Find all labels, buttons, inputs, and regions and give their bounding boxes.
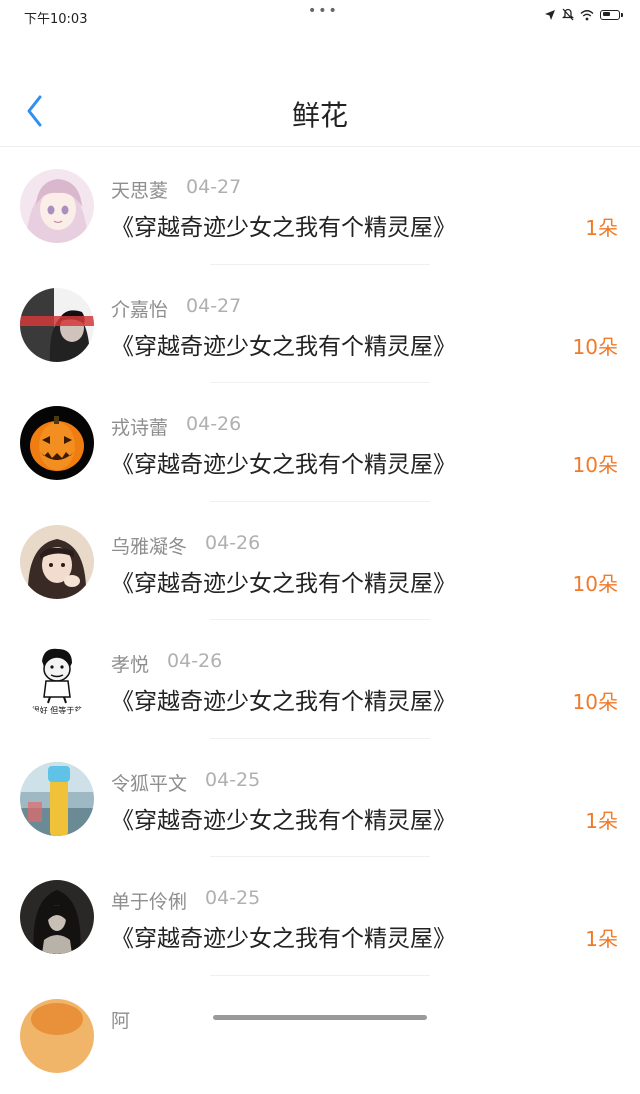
flower-count: 1朵 xyxy=(585,212,618,241)
nav-bar: 鲜花 xyxy=(0,31,640,147)
page-title: 鲜花 xyxy=(0,94,640,134)
gift-date: 04-25 xyxy=(205,769,260,796)
avatar[interactable] xyxy=(20,406,94,480)
list-item[interactable]: 乌雅凝冬 04-26 《穿越奇迹少女之我有个精灵屋》 10朵 xyxy=(0,502,640,621)
flower-count: 10朵 xyxy=(573,568,618,597)
boy-avatar xyxy=(20,288,94,362)
avatar[interactable] xyxy=(20,999,94,1073)
status-icons xyxy=(544,8,620,21)
book-title: 《穿越奇迹少女之我有个精灵屋》 xyxy=(111,327,456,361)
avatar[interactable] xyxy=(20,880,94,954)
battery-icon xyxy=(600,10,620,20)
list-item[interactable]: 戎诗蕾 04-26 《穿越奇迹少女之我有个精灵屋》 10朵 xyxy=(0,383,640,502)
home-indicator[interactable] xyxy=(213,1015,427,1020)
list-item[interactable]: 很好 但等于贫 孝悦 04-26 《穿越奇迹少女之我有个精灵屋》 10朵 xyxy=(0,620,640,739)
user-name: 介嘉怡 xyxy=(111,295,168,322)
gift-date: 04-26 xyxy=(186,413,241,440)
book-title: 《穿越奇迹少女之我有个精灵屋》 xyxy=(111,919,456,953)
list-item[interactable]: 单于伶俐 04-25 《穿越奇迹少女之我有个精灵屋》 1朵 xyxy=(0,857,640,976)
book-title: 《穿越奇迹少女之我有个精灵屋》 xyxy=(111,445,456,479)
gift-date: 04-27 xyxy=(186,176,241,203)
flower-count: 10朵 xyxy=(573,686,618,715)
item-meta: 乌雅凝冬 04-26 xyxy=(111,532,260,559)
user-name: 令狐平文 xyxy=(111,769,187,796)
item-meta: 孝悦 04-26 xyxy=(111,650,222,677)
list-item[interactable]: 阿 xyxy=(0,976,640,1094)
gift-date: 04-25 xyxy=(205,887,260,914)
list-item[interactable]: 介嘉怡 04-27 《穿越奇迹少女之我有个精灵屋》 10朵 xyxy=(0,265,640,384)
item-meta: 天思菱 04-27 xyxy=(111,176,241,203)
list-item[interactable]: 令狐平文 04-25 《穿越奇迹少女之我有个精灵屋》 1朵 xyxy=(0,739,640,858)
status-time: 下午10:03 xyxy=(24,8,87,27)
book-title: 《穿越奇迹少女之我有个精灵屋》 xyxy=(111,564,456,598)
item-meta: 单于伶俐 04-25 xyxy=(111,887,260,914)
gift-date: 04-27 xyxy=(186,295,241,322)
flower-count: 1朵 xyxy=(585,923,618,952)
flower-count: 1朵 xyxy=(585,805,618,834)
status-bar: 下午10:03 ••• xyxy=(0,0,640,30)
item-meta: 令狐平文 04-25 xyxy=(111,769,260,796)
multitask-dots[interactable]: ••• xyxy=(308,3,339,19)
user-name: 单于伶俐 xyxy=(111,887,187,914)
mute-icon xyxy=(562,8,574,21)
list-item[interactable]: 天思菱 04-27 《穿越奇迹少女之我有个精灵屋》 1朵 xyxy=(0,146,640,265)
user-name: 孝悦 xyxy=(111,650,149,677)
book-title: 《穿越奇迹少女之我有个精灵屋》 xyxy=(111,682,456,716)
user-name: 阿 xyxy=(111,1006,130,1033)
wifi-icon xyxy=(580,9,594,21)
avatar[interactable] xyxy=(20,288,94,362)
avatar[interactable] xyxy=(20,762,94,836)
flower-list: 天思菱 04-27 《穿越奇迹少女之我有个精灵屋》 1朵 介嘉怡 04-27 《… xyxy=(0,146,640,1094)
avatar[interactable] xyxy=(20,169,94,243)
flower-count: 10朵 xyxy=(573,331,618,360)
flower-count: 10朵 xyxy=(573,449,618,478)
bottle-avatar xyxy=(20,762,94,836)
gift-date: 04-26 xyxy=(167,650,222,677)
avatar[interactable]: 很好 但等于贫 xyxy=(20,643,94,717)
item-meta: 介嘉怡 04-27 xyxy=(111,295,241,322)
item-meta: 戎诗蕾 04-26 xyxy=(111,413,241,440)
girl-avatar xyxy=(20,525,94,599)
meme-avatar: 很好 但等于贫 xyxy=(20,643,94,717)
book-title: 《穿越奇迹少女之我有个精灵屋》 xyxy=(111,208,456,242)
avatar[interactable] xyxy=(20,525,94,599)
anime-girl-avatar xyxy=(20,169,94,243)
item-meta: 阿 xyxy=(111,1006,130,1033)
pumpkin-avatar xyxy=(20,406,94,480)
user-name: 乌雅凝冬 xyxy=(111,532,187,559)
meme-caption: 很好 但等于贫 xyxy=(32,705,83,715)
user-name: 天思菱 xyxy=(111,176,168,203)
user-name: 戎诗蕾 xyxy=(111,413,168,440)
location-icon xyxy=(544,9,556,21)
gift-date: 04-26 xyxy=(205,532,260,559)
partial-avatar xyxy=(20,999,94,1073)
dark-hair-avatar xyxy=(20,880,94,954)
book-title: 《穿越奇迹少女之我有个精灵屋》 xyxy=(111,801,456,835)
